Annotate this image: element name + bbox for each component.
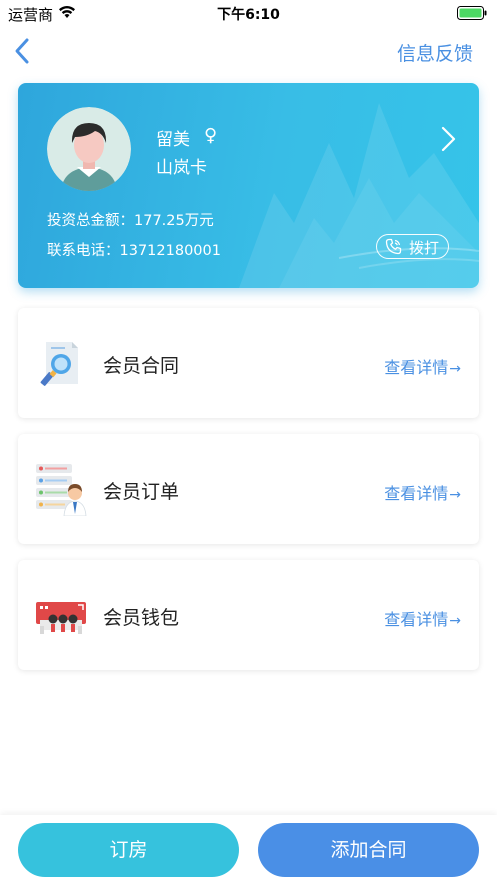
chevron-right-icon[interactable] — [439, 125, 457, 153]
status-time: 下午6:10 — [217, 7, 280, 23]
book-room-button[interactable]: 订房 — [18, 823, 239, 877]
member-card-type: 山岚卡 — [156, 158, 207, 178]
view-details-label: 查看详情 — [384, 484, 449, 503]
arrow-right-icon: → — [449, 613, 461, 629]
add-contract-button[interactable]: 添加合同 — [258, 823, 479, 877]
member-name: 留美 — [156, 130, 190, 150]
list-item-title: 会员合同 — [103, 355, 180, 377]
phone-icon — [385, 238, 402, 255]
list-item-title: 会员钱包 — [103, 607, 180, 629]
avatar — [47, 107, 131, 191]
list-item-contract[interactable]: 会员合同 查看详情→ — [18, 308, 479, 418]
phone-row: 联系电话：13712180001 — [47, 239, 221, 260]
wallet-icon — [36, 602, 86, 634]
call-label: 拨打 — [409, 239, 440, 257]
view-details-link[interactable]: 查看详情→ — [384, 480, 461, 504]
arrow-right-icon: → — [449, 361, 461, 377]
status-bar: 运营商 下午6:10 — [0, 0, 497, 26]
view-details-label: 查看详情 — [384, 358, 449, 377]
battery-icon — [457, 6, 487, 20]
list-item-wallet[interactable]: 会员钱包 查看详情→ — [18, 560, 479, 670]
contract-icon — [40, 342, 78, 386]
call-button[interactable]: 拨打 — [376, 234, 449, 259]
member-info-card[interactable]: 留美 ♀ 山岚卡 投资总金额：177.25万元 联系电话：13712180001… — [18, 83, 479, 288]
female-icon: ♀ — [204, 125, 218, 146]
view-details-label: 查看详情 — [384, 610, 449, 629]
view-details-link[interactable]: 查看详情→ — [384, 354, 461, 378]
order-icon — [36, 464, 87, 516]
phone-value: 13712180001 — [119, 243, 221, 259]
invest-row: 投资总金额：177.25万元 — [47, 209, 214, 230]
phone-label: 联系电话： — [47, 243, 120, 259]
list-item-title: 会员订单 — [103, 481, 180, 503]
view-details-link[interactable]: 查看详情→ — [384, 606, 461, 630]
invest-label: 投资总金额： — [47, 213, 134, 229]
arrow-right-icon: → — [449, 487, 461, 503]
feedback-link[interactable]: 信息反馈 — [397, 39, 473, 66]
bottom-action-bar: 订房 添加合同 — [0, 815, 497, 883]
invest-value: 177.25万元 — [134, 213, 214, 229]
back-arrow-icon[interactable] — [10, 36, 36, 66]
nav-bar: 信息反馈 — [0, 26, 497, 76]
list-item-order[interactable]: 会员订单 查看详情→ — [18, 434, 479, 544]
